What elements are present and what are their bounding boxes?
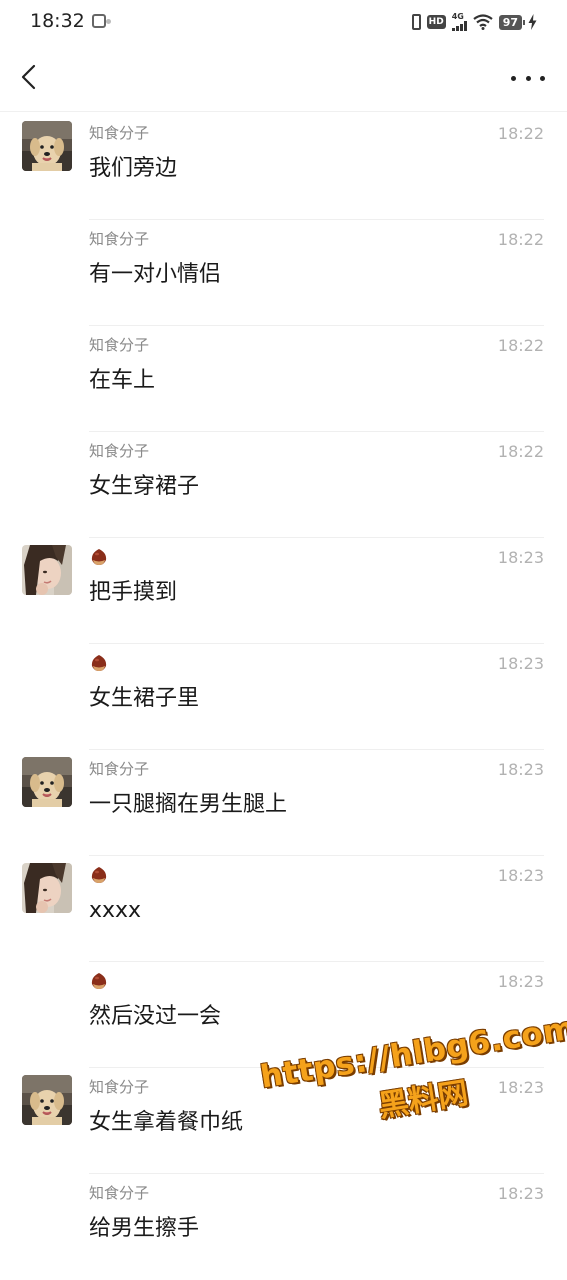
message-time: 18:22 [497, 230, 544, 249]
message-text: 把手摸到 [89, 580, 178, 605]
message-body: 知食分子 18:22 女生穿裙子 [89, 432, 544, 538]
vibrate-icon [411, 14, 421, 30]
message-item[interactable]: 知食分子 18:22 在车上 [0, 326, 567, 432]
avatar[interactable] [22, 121, 72, 171]
message-text: 一只腿搁在男生腿上 [89, 792, 288, 817]
chestnut-emoji-icon [91, 973, 107, 989]
sender-name: 知食分子 [89, 760, 150, 778]
avatar[interactable] [22, 863, 72, 913]
message-time: 18:23 [497, 654, 544, 673]
message-time: 18:23 [497, 1184, 544, 1203]
status-bar: 18:32 HD 4G 97 [0, 0, 567, 44]
wifi-icon [473, 14, 493, 30]
message-body: 知食分子 18:22 我们旁边 [89, 114, 544, 220]
hd-icon: HD [426, 15, 446, 29]
message-time: 18:23 [497, 548, 544, 567]
message-body: 知食分子 18:22 有一对小情侣 [89, 220, 544, 326]
message-item[interactable]: 知食分子 18:23 给男生擦手 [0, 1174, 567, 1280]
message-body: 18:23 然后没过一会 [89, 962, 544, 1068]
message-time: 18:23 [497, 972, 544, 991]
message-item[interactable]: 18:23 xxxx [0, 856, 567, 962]
message-item[interactable]: 18:23 把手摸到 [0, 538, 567, 644]
message-time: 18:22 [497, 336, 544, 355]
notification-icon [92, 14, 111, 28]
avatar[interactable] [22, 757, 72, 807]
sender-name: 知食分子 [89, 336, 150, 354]
message-time: 18:23 [497, 760, 544, 779]
avatar[interactable] [22, 1075, 72, 1125]
avatar[interactable] [22, 545, 72, 595]
message-time: 18:22 [497, 442, 544, 461]
back-button[interactable] [14, 60, 48, 94]
message-body: 知食分子 18:23 给男生擦手 [89, 1174, 544, 1280]
sender-name: 知食分子 [89, 1184, 150, 1202]
message-item[interactable]: 知食分子 18:22 女生穿裙子 [0, 432, 567, 538]
message-text: xxxx [89, 898, 142, 923]
message-text: 我们旁边 [89, 156, 178, 181]
cellular-signal-icon: 4G [451, 12, 467, 31]
message-item[interactable]: 知食分子 18:23 一只腿搁在男生腿上 [0, 750, 567, 856]
message-text: 在车上 [89, 368, 156, 393]
message-body: 知食分子 18:23 女生拿着餐巾纸 [89, 1068, 544, 1174]
charging-icon [528, 14, 537, 30]
battery-icon: 97 [498, 14, 526, 30]
message-text: 然后没过一会 [89, 1004, 222, 1029]
message-item[interactable]: 18:23 然后没过一会 [0, 962, 567, 1068]
chevron-left-icon [21, 64, 36, 90]
sender-name: 知食分子 [89, 230, 150, 248]
message-item[interactable]: 知食分子 18:22 我们旁边 [0, 114, 567, 220]
chestnut-emoji-icon [91, 655, 107, 671]
more-dots-icon [511, 75, 516, 81]
message-text: 有一对小情侣 [89, 262, 222, 287]
sender-name: 知食分子 [89, 442, 150, 460]
message-time: 18:22 [497, 124, 544, 143]
more-button[interactable] [511, 66, 545, 90]
message-item[interactable]: 知食分子 18:23 女生拿着餐巾纸 [0, 1068, 567, 1174]
message-text: 女生穿裙子 [89, 474, 200, 499]
message-body: 知食分子 18:23 一只腿搁在男生腿上 [89, 750, 544, 856]
chestnut-emoji-icon [91, 867, 107, 883]
message-text: 女生拿着餐巾纸 [89, 1110, 244, 1135]
message-body: 18:23 把手摸到 [89, 538, 544, 644]
status-time: 18:32 [30, 10, 85, 32]
message-body: 知食分子 18:22 在车上 [89, 326, 544, 432]
message-body: 18:23 女生裙子里 [89, 644, 544, 750]
sender-name: 知食分子 [89, 1078, 150, 1096]
message-item[interactable]: 知食分子 18:22 有一对小情侣 [0, 220, 567, 326]
message-text: 女生裙子里 [89, 686, 200, 711]
nav-bar [0, 44, 567, 112]
message-time: 18:23 [497, 866, 544, 885]
sender-name: 知食分子 [89, 124, 150, 142]
message-time: 18:23 [497, 1078, 544, 1097]
message-text: 给男生擦手 [89, 1216, 200, 1241]
chestnut-emoji-icon [91, 549, 107, 565]
message-list[interactable]: 知食分子 18:22 我们旁边 知食分子 18:22 有一对小情侣 知食分子 18:22 在车上… [0, 114, 567, 1280]
message-body: 18:23 xxxx [89, 856, 544, 962]
message-item[interactable]: 18:23 女生裙子里 [0, 644, 567, 750]
status-icons: HD 4G 97 [411, 12, 537, 32]
network-type-label: 4G [451, 12, 464, 21]
